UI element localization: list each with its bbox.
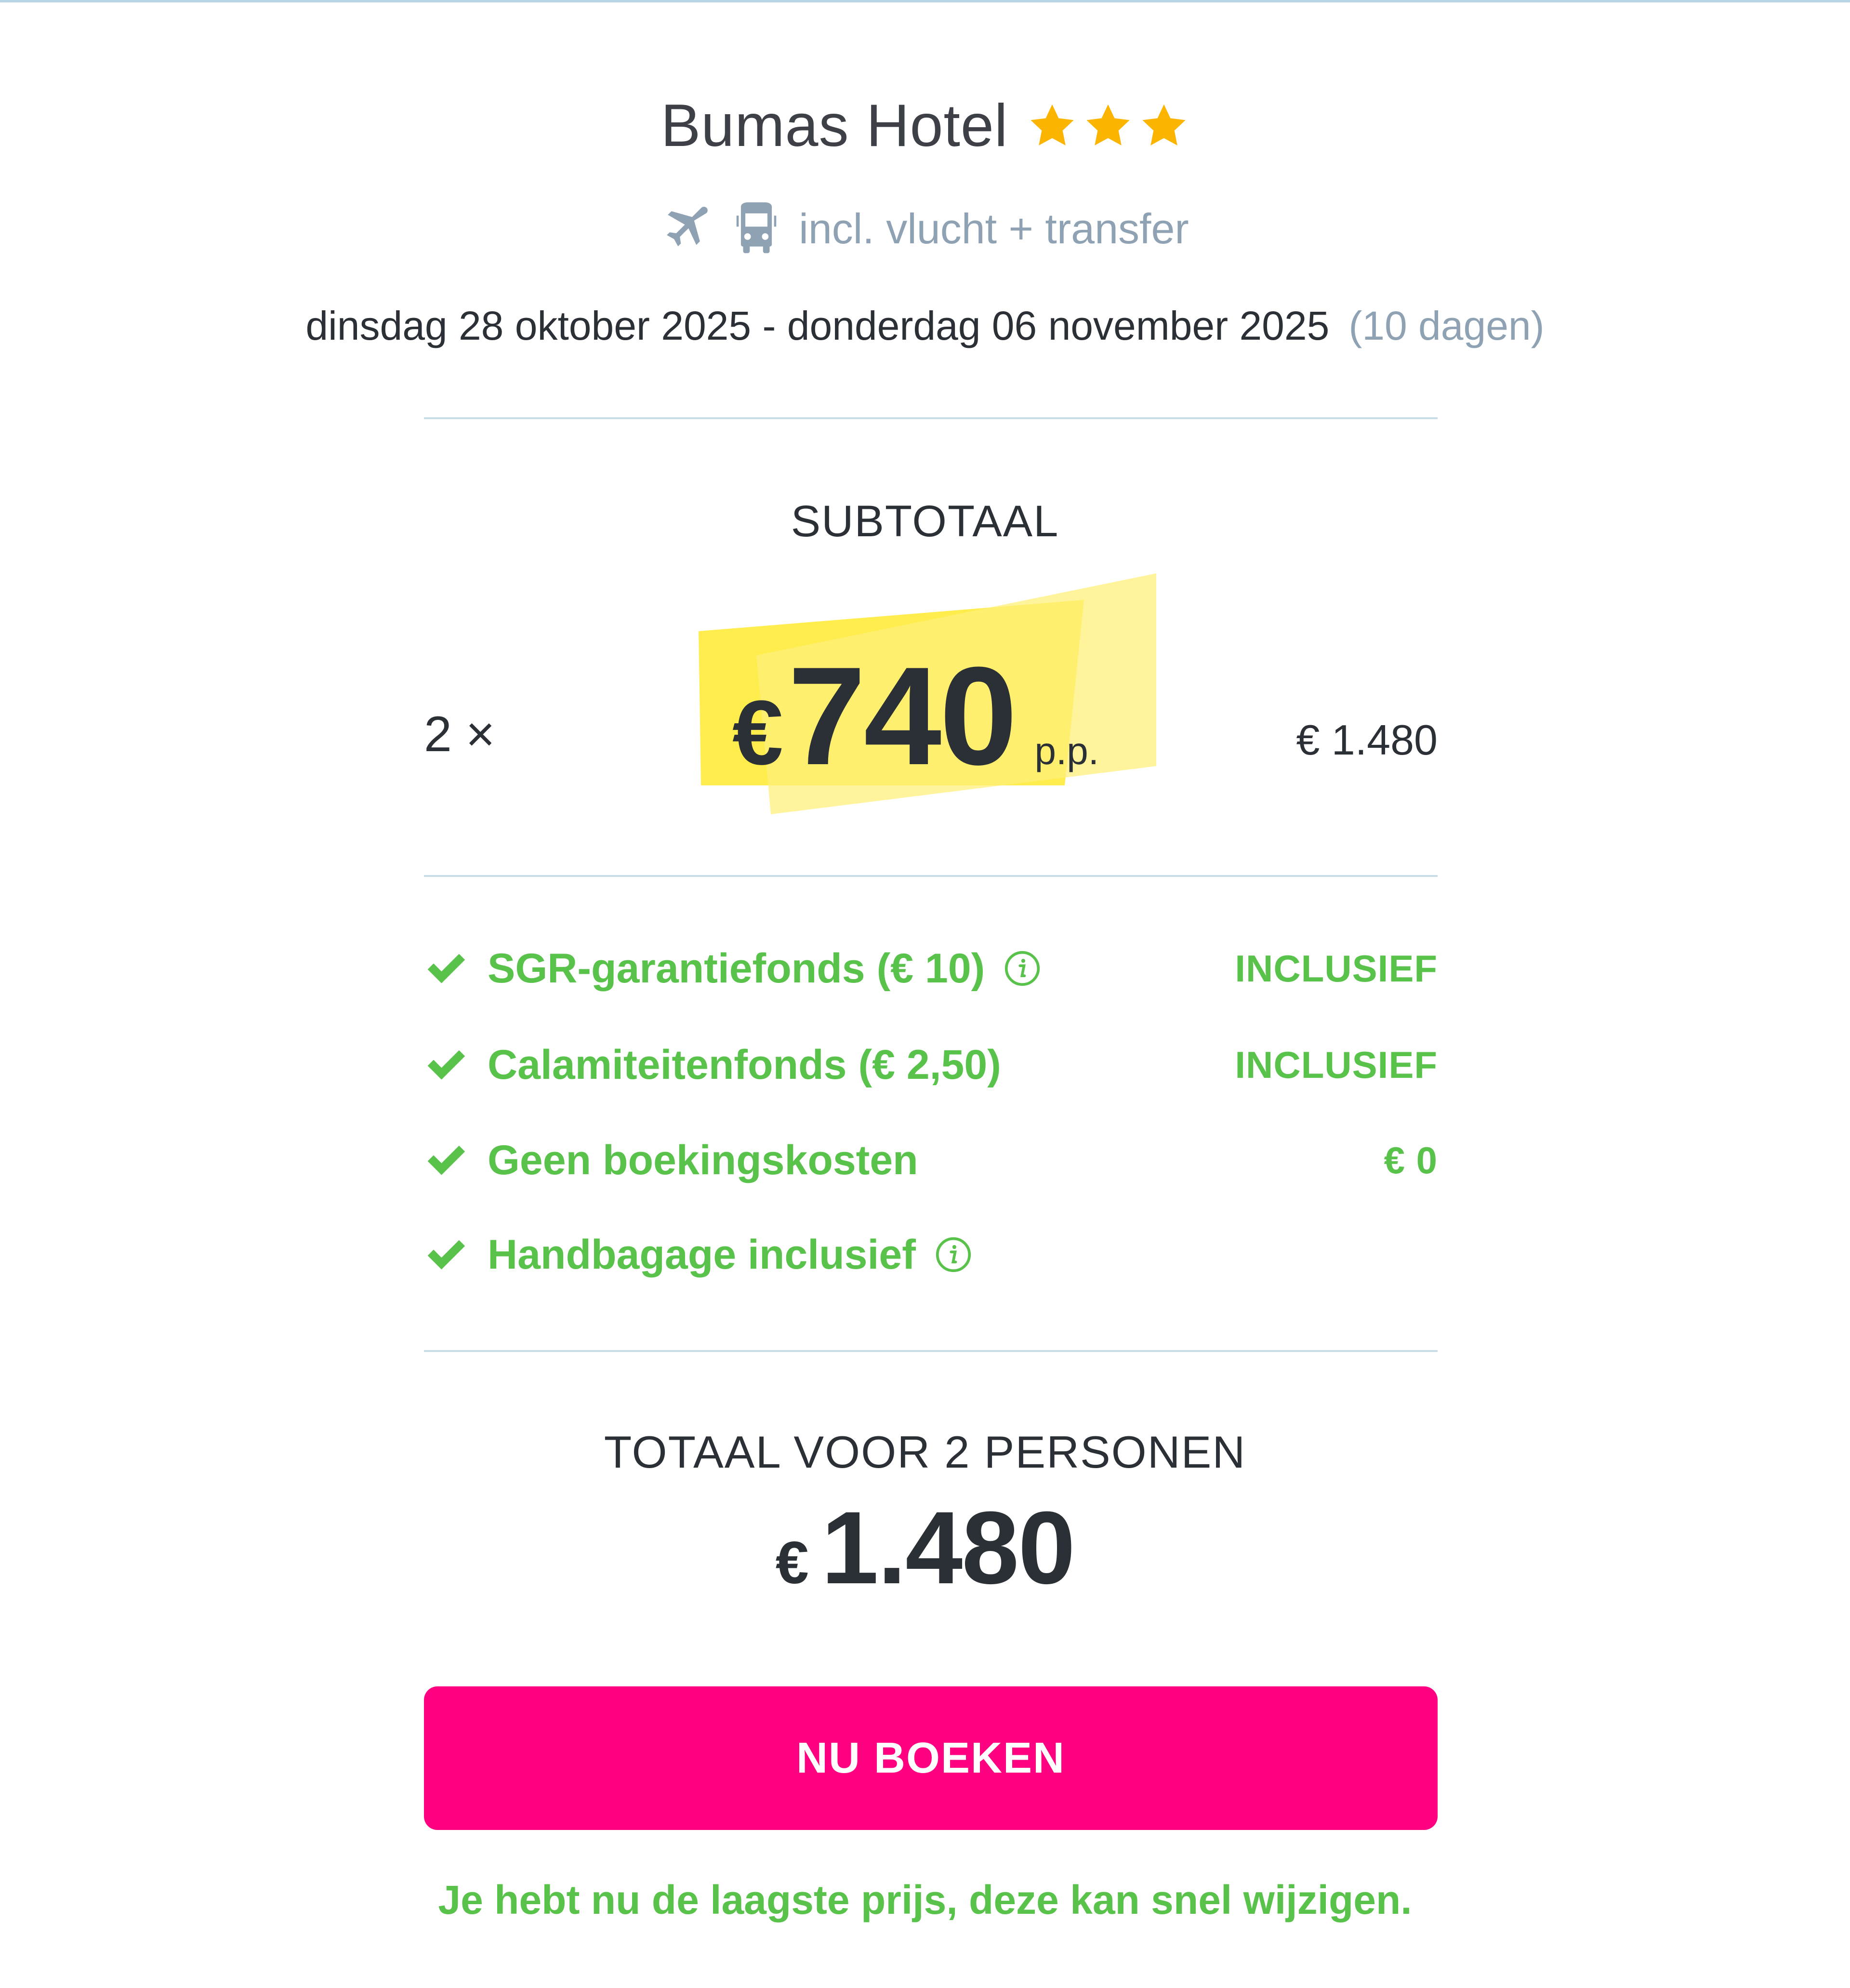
- total-value: 1.480: [821, 1490, 1076, 1605]
- fee-row-booking-costs: Geen boekingskosten € 0: [424, 1131, 1438, 1189]
- total-amount: € 1.480: [0, 1489, 1850, 1607]
- plane-icon: [661, 205, 714, 253]
- traveler-quantity: 2 ×: [424, 706, 495, 762]
- fee-value: INCLUSIEF: [1235, 1043, 1438, 1086]
- bus-icon: [733, 202, 780, 255]
- divider: [424, 417, 1438, 419]
- total-currency: €: [775, 1530, 809, 1596]
- price-currency: €: [732, 682, 783, 784]
- fee-value: INCLUSIEF: [1235, 947, 1438, 990]
- star-rating: [1027, 101, 1189, 151]
- star-icon: [1083, 101, 1133, 151]
- check-icon: [424, 1235, 468, 1274]
- fee-row-sgr: SGR-garantiefonds (€ 10) INCLUSIEF: [424, 940, 1438, 997]
- subtotal-line-total: € 1.480: [1296, 716, 1438, 764]
- check-icon: [424, 1045, 468, 1085]
- travel-includes-row: incl. vlucht + transfer: [0, 202, 1850, 255]
- book-now-button[interactable]: NU BOEKEN: [424, 1686, 1438, 1830]
- info-icon[interactable]: [935, 1236, 972, 1273]
- fee-note: (€ 10): [876, 945, 985, 992]
- star-icon: [1139, 101, 1189, 151]
- lowest-price-note: Je hebt nu de laagste prijs, deze kan sn…: [438, 1877, 1412, 1922]
- price-per-person: € 740 p.p.: [699, 573, 1171, 814]
- fee-row-hand-luggage: Handbagage inclusief: [424, 1226, 1438, 1284]
- price-amount: 740: [788, 638, 1018, 794]
- divider: [424, 875, 1438, 877]
- fee-note: (€ 2,50): [858, 1041, 1001, 1088]
- check-icon: [424, 949, 468, 988]
- top-border: [0, 0, 1850, 2]
- hotel-name: Bumas Hotel: [661, 93, 1008, 159]
- info-icon[interactable]: [1004, 950, 1041, 987]
- includes-text: incl. vlucht + transfer: [799, 205, 1189, 252]
- fee-label: Geen boekingskosten: [488, 1137, 918, 1183]
- hotel-title-row: Bumas Hotel: [0, 92, 1850, 160]
- subtotal-heading: SUBTOTAAL: [791, 497, 1059, 546]
- date-row: dinsdag 28 oktober 2025 - donderdag 06 n…: [0, 303, 1850, 349]
- fee-label: SGR-garantiefonds: [488, 945, 865, 992]
- date-range: dinsdag 28 oktober 2025 - donderdag 06 n…: [305, 303, 1330, 348]
- fee-value: € 0: [1384, 1139, 1438, 1181]
- trip-duration: (10 dagen): [1348, 303, 1545, 348]
- fee-label: Calamiteitenfonds: [488, 1041, 847, 1088]
- fee-label: Handbagage inclusief: [488, 1231, 916, 1278]
- star-icon: [1027, 101, 1077, 151]
- price-unit: p.p.: [1034, 729, 1099, 772]
- total-heading: TOTAAL VOOR 2 PERSONEN: [604, 1427, 1246, 1477]
- divider: [424, 1350, 1438, 1352]
- check-icon: [424, 1140, 468, 1180]
- fee-row-calamiteitenfonds: Calamiteitenfonds (€ 2,50) INCLUSIEF: [424, 1036, 1438, 1094]
